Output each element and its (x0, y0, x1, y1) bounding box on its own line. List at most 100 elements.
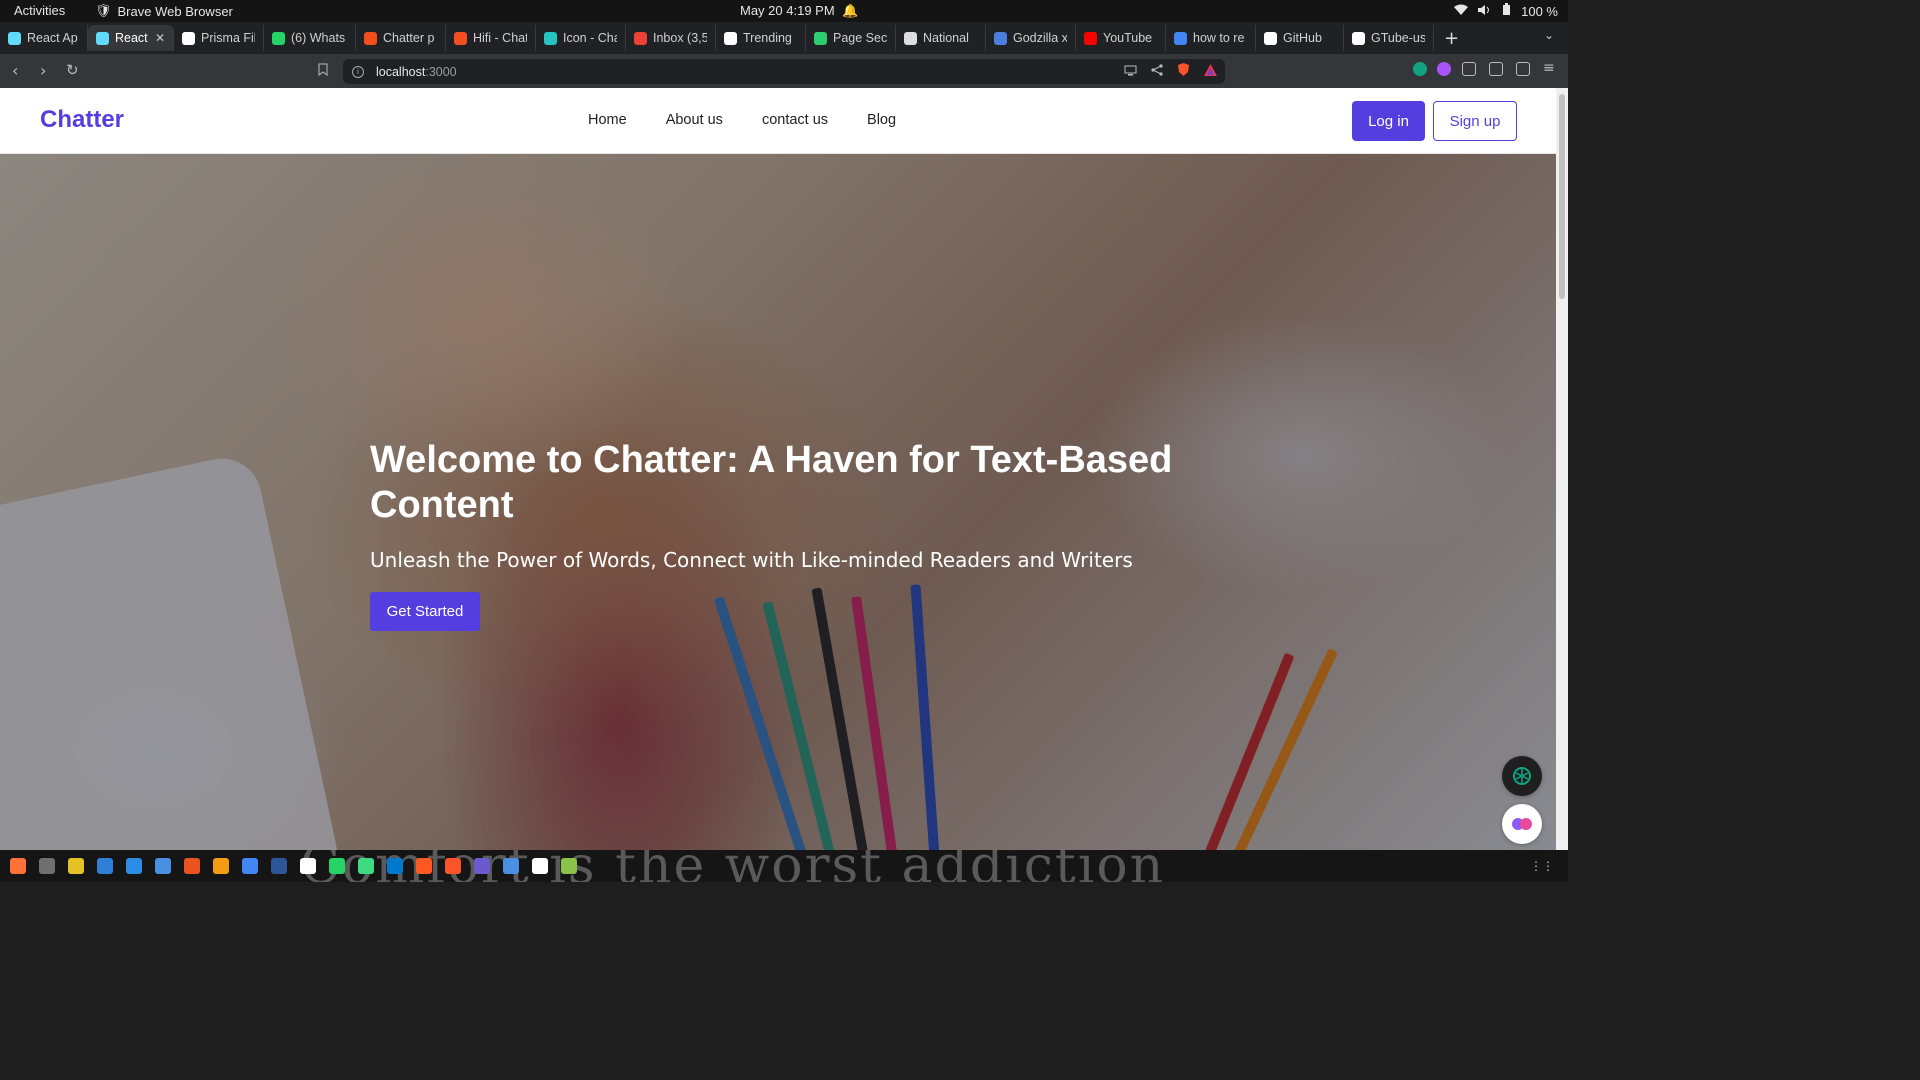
site-logo[interactable]: Chatter (40, 106, 124, 134)
share-icon[interactable] (1151, 64, 1163, 80)
url-text[interactable]: localhost:3000 (376, 65, 457, 79)
app-name-label: Brave Web Browser (117, 3, 233, 19)
menu-hamburger-icon[interactable]: ≡ (1543, 60, 1555, 76)
dock-app-icon[interactable] (445, 858, 461, 874)
tab-label: Trending (743, 31, 792, 45)
taskbar-dock: Comfort is the worst addiction ⋮⋮ (0, 850, 1568, 882)
tab-label: React Ap (27, 31, 78, 45)
dock-app-icon[interactable] (39, 858, 55, 874)
tab-label: GTube-us (1371, 31, 1425, 45)
show-apps-grid-icon[interactable]: ⋮⋮ (1530, 859, 1554, 873)
reload-icon[interactable]: ↻ (66, 61, 79, 79)
tab-favicon-icon (364, 31, 377, 45)
browser-tab[interactable]: GitHub (1256, 25, 1344, 51)
dock-app-icon[interactable] (387, 858, 403, 874)
brave-lion-icon: 🛡 (95, 3, 112, 18)
hero-content: Welcome to Chatter: A Haven for Text-Bas… (370, 438, 1200, 631)
battery-icon (1502, 3, 1511, 19)
tab-favicon-icon (1174, 31, 1187, 45)
chatgpt-extension-icon[interactable] (1413, 62, 1427, 76)
dock-app-icon[interactable] (358, 858, 374, 874)
dock-app-icon[interactable] (10, 858, 26, 874)
browser-tab[interactable]: Chatter p (356, 25, 446, 51)
clock[interactable]: May 20 4:19 PM (740, 3, 835, 18)
brave-shields-icon[interactable] (1177, 63, 1190, 81)
get-started-button[interactable]: Get Started (370, 592, 480, 631)
back-arrow-icon[interactable]: ‹ (12, 61, 18, 80)
dock-app-icon[interactable] (474, 858, 490, 874)
address-bar[interactable]: i localhost:3000 (343, 59, 1225, 84)
cast-icon[interactable] (1124, 65, 1137, 80)
browser-tab[interactable]: (6) Whats (264, 25, 356, 51)
wallet-icon[interactable] (1516, 62, 1530, 76)
dock-app-icon[interactable] (561, 858, 577, 874)
tab-favicon-icon (724, 31, 737, 45)
dock-app-icon[interactable] (184, 858, 200, 874)
extensions-puzzle-icon[interactable] (1462, 62, 1476, 76)
login-button[interactable]: Log in (1352, 101, 1425, 141)
forward-arrow-icon[interactable]: › (40, 61, 46, 80)
tab-label: National (923, 31, 969, 45)
hero-subtitle: Unleash the Power of Words, Connect with… (370, 548, 1133, 572)
dock-app-icon[interactable] (532, 858, 548, 874)
dock-app-icon[interactable] (503, 858, 519, 874)
browser-tab[interactable]: Hifi - Chat (446, 25, 536, 51)
browser-tab[interactable]: GTube-us (1344, 25, 1434, 51)
browser-toolbar: ‹ › ↻ i localhost:3000 ≡ (0, 54, 1568, 88)
notification-bell-icon[interactable]: 🔔 (842, 3, 858, 19)
tab-favicon-icon (454, 31, 467, 45)
brain-floating-icon[interactable] (1502, 804, 1542, 844)
dock-app-icon[interactable] (97, 858, 113, 874)
browser-tab[interactable]: Inbox (3,5 (626, 25, 716, 51)
brave-rewards-icon[interactable] (1204, 64, 1217, 80)
dock-app-icon[interactable] (329, 858, 345, 874)
dock-app-icon[interactable] (126, 858, 142, 874)
tab-close-icon[interactable]: ✕ (155, 31, 165, 45)
browser-tab[interactable]: how to re (1166, 25, 1256, 51)
nav-link-about[interactable]: About us (666, 112, 723, 128)
activities-button[interactable]: Activities (14, 3, 65, 18)
tab-favicon-icon (814, 31, 827, 45)
nav-link-home[interactable]: Home (588, 112, 627, 128)
browser-tab[interactable]: YouTube (1076, 25, 1166, 51)
dock-app-icon[interactable] (242, 858, 258, 874)
dock-app-icon[interactable] (68, 858, 84, 874)
battery-percent: 100 % (1521, 3, 1558, 19)
browser-tab[interactable]: React ✕ (88, 25, 174, 51)
tab-label: Prisma Fil (201, 31, 255, 45)
browser-tab[interactable]: Trending (716, 25, 806, 51)
nav-link-contact[interactable]: contact us (762, 112, 828, 128)
dock-app-icon[interactable] (213, 858, 229, 874)
dock-app-icon[interactable] (300, 858, 316, 874)
site-info-icon[interactable]: i (352, 65, 364, 78)
tab-favicon-icon (904, 31, 917, 45)
browser-tab[interactable]: Godzilla x (986, 25, 1076, 51)
tab-strip: React Ap React ✕ Prisma Fil (6) Whats Chatter… (0, 22, 1568, 54)
dock-app-icon[interactable] (416, 858, 432, 874)
tab-label: Page Sect (833, 31, 887, 45)
new-tab-button[interactable]: + (1434, 28, 1469, 49)
tab-search-chevron-icon[interactable]: ⌄ (1544, 28, 1554, 42)
chatgpt-floating-icon[interactable] (1502, 756, 1542, 796)
browser-tab[interactable]: Prisma Fil (174, 25, 264, 51)
nav-link-blog[interactable]: Blog (867, 112, 896, 128)
scrollbar-thumb[interactable] (1559, 94, 1565, 299)
system-tray[interactable]: 100 % (1454, 3, 1558, 19)
browser-tab[interactable]: Page Sect (806, 25, 896, 51)
bookmark-icon[interactable] (318, 63, 328, 80)
dock-app-icon[interactable] (271, 858, 287, 874)
browser-tab[interactable]: Icon - Cha (536, 25, 626, 51)
browser-tab[interactable]: National (896, 25, 986, 51)
tab-label: YouTube (1103, 31, 1153, 45)
sidebar-icon[interactable] (1489, 62, 1503, 76)
dock-app-icon[interactable] (155, 858, 171, 874)
tab-label: Icon - Cha (563, 31, 617, 45)
tab-favicon-icon (1264, 31, 1277, 45)
signup-button[interactable]: Sign up (1433, 101, 1517, 141)
brain-extension-icon[interactable] (1437, 62, 1451, 76)
browser-tab[interactable]: React Ap (0, 25, 88, 51)
app-menu[interactable]: 🛡 Brave Web Browser (95, 3, 233, 19)
tab-label: Chatter p (383, 31, 435, 45)
page-scrollbar[interactable] (1556, 88, 1568, 850)
dock-icons (10, 858, 577, 874)
